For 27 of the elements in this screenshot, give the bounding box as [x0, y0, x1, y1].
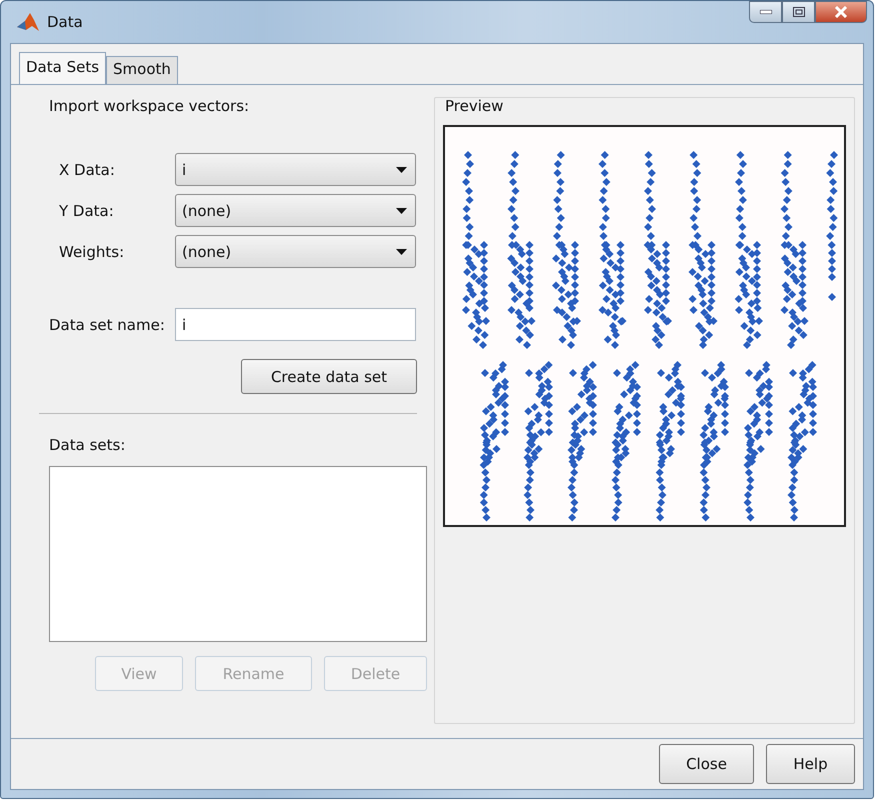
- dropdown[interactable]: i: [175, 153, 416, 186]
- tab[interactable]: Data Sets: [19, 52, 106, 84]
- section-heading: Import workspace vectors:: [49, 97, 250, 115]
- window-title: Data: [47, 13, 84, 31]
- minimize-button[interactable]: [749, 1, 782, 23]
- dropdown[interactable]: (none): [175, 194, 416, 227]
- section-label: Data sets:: [49, 436, 126, 454]
- dropdown[interactable]: (none): [175, 235, 416, 268]
- caret-icon: [396, 208, 407, 214]
- field-label: Data set name:: [48, 316, 166, 334]
- create-button[interactable]: Create data set: [241, 359, 417, 394]
- close-button[interactable]: [815, 1, 867, 23]
- input-field[interactable]: i: [175, 308, 416, 341]
- minimize-icon: [760, 10, 772, 14]
- maximize-icon: [792, 7, 804, 17]
- tab[interactable]: Smooth: [106, 56, 178, 84]
- field-label: Weights:: [58, 242, 126, 260]
- caret-icon: [396, 166, 407, 172]
- field-label: Y Data:: [58, 202, 115, 220]
- dialog-button[interactable]: Close: [659, 744, 754, 784]
- field-label: X Data:: [58, 160, 116, 178]
- app-icon: [17, 12, 39, 32]
- maximize-button[interactable]: [782, 1, 815, 23]
- caret-icon: [396, 248, 407, 254]
- dialog-button[interactable]: Help: [766, 744, 855, 784]
- group-title: Preview: [445, 97, 504, 115]
- close-icon: [834, 6, 848, 18]
